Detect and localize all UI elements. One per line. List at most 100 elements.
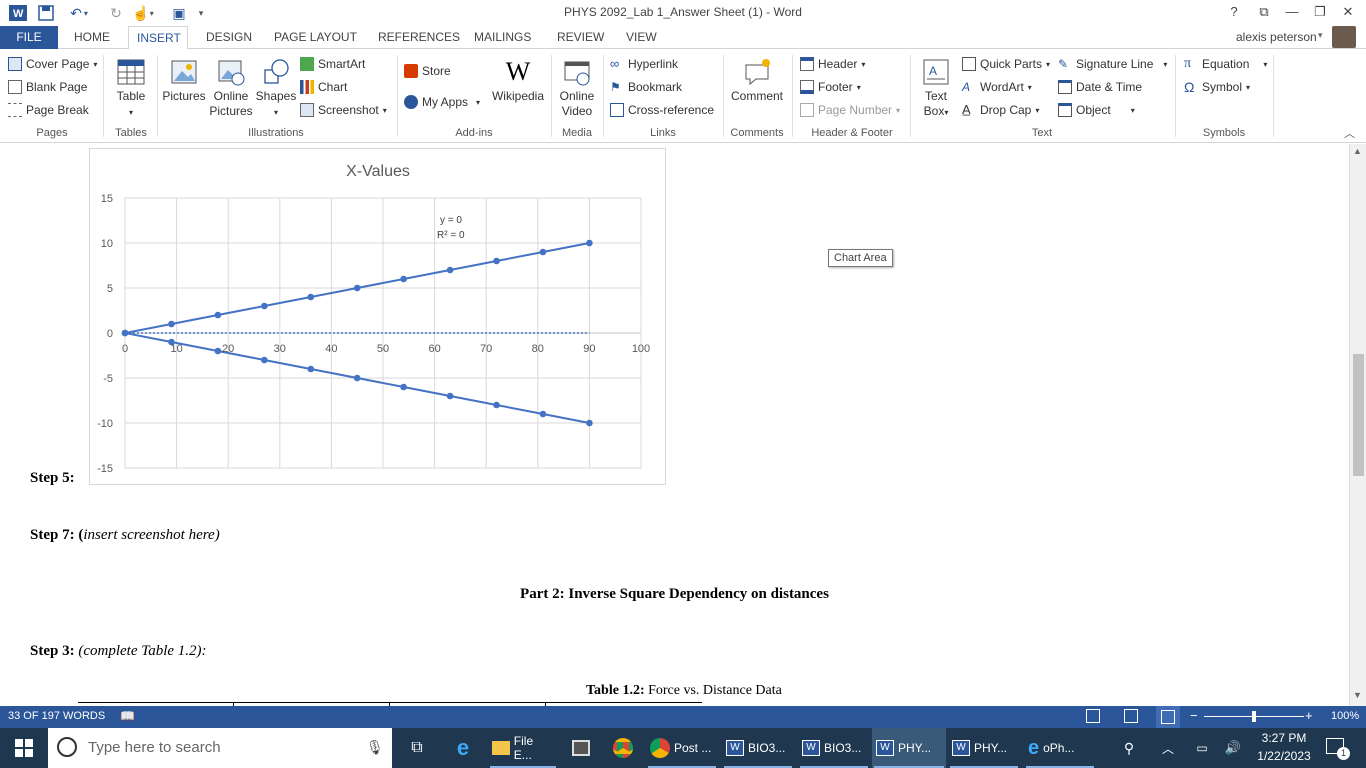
help-button[interactable]: ? (1220, 2, 1248, 22)
chart-area[interactable]: X-Values 15 10 5 0 -5 -10 -15 0 10 20 30 40 50 60 70 80… (89, 148, 666, 485)
taskbar-app-file-explorer[interactable]: File E... (488, 728, 558, 768)
user-name[interactable]: alexis peterson (1236, 30, 1317, 44)
footer-button[interactable]: Footer ▾ (800, 80, 861, 94)
zoom-out-button[interactable]: − (1190, 708, 1198, 723)
my-apps-button[interactable]: My Apps ▾ (404, 95, 480, 109)
task-view-button[interactable]: ⧉ (400, 728, 434, 768)
battery-icon[interactable]: ▭ (1192, 728, 1212, 768)
tab-home[interactable]: HOME (66, 26, 118, 49)
zoom-in-button[interactable]: + (1305, 708, 1313, 723)
taskbar-app-word-bio-2[interactable]: W BIO3... (798, 728, 870, 768)
store-app[interactable] (562, 728, 600, 768)
comment-button[interactable]: Comment (728, 57, 786, 104)
pictures-button[interactable]: Pictures (162, 57, 206, 104)
clock-time[interactable]: 3:27 PM (1250, 731, 1318, 745)
show-hidden-icons[interactable]: ︿ (1158, 728, 1178, 768)
chrome-icon (650, 738, 670, 758)
edge-legacy-app[interactable]: e (444, 728, 482, 768)
chart-title: X-Values (346, 163, 410, 180)
x-tick-label: 20 (222, 343, 234, 355)
volume-icon[interactable]: 🔊 (1222, 728, 1244, 768)
document-area[interactable]: X-Values 15 10 5 0 -5 -10 -15 0 10 20 30 40 50 60 70 80… (0, 144, 1349, 706)
signature-line-button[interactable]: ✎ Signature Line ▾ (1058, 57, 1167, 71)
bookmark-button[interactable]: ⚑ Bookmark (610, 80, 682, 94)
online-video-button[interactable]: Online Video (556, 57, 598, 119)
drop-cap-button[interactable]: A̲ Drop Cap ▾ (962, 103, 1039, 118)
taskbar-app-word-phy-2[interactable]: W PHY... (948, 728, 1020, 768)
cross-reference-icon (610, 103, 624, 117)
wikipedia-button[interactable]: W Wikipedia (490, 57, 546, 104)
smartart-button[interactable]: SmartArt (300, 57, 365, 71)
symbol-button[interactable]: Ω Symbol ▾ (1184, 80, 1250, 94)
user-dropdown-icon[interactable]: ▾ (1318, 30, 1323, 41)
web-layout-icon[interactable] (1156, 706, 1180, 728)
people-icon[interactable]: ⚲ (1116, 728, 1142, 768)
ribbon-divider (157, 55, 158, 137)
series-point (493, 401, 500, 409)
print-layout-icon[interactable] (1124, 709, 1138, 723)
tab-mailings[interactable]: MAILINGS (466, 26, 539, 49)
series-point (400, 275, 407, 283)
object-button[interactable]: Object ▾ (1058, 103, 1135, 117)
text-box-button[interactable]: A Text Box▾ (916, 57, 956, 120)
clock-date[interactable]: 1/22/2023 (1250, 749, 1318, 763)
equation-button[interactable]: π Equation ▾ (1184, 56, 1267, 72)
cross-reference-button[interactable]: Cross-reference (610, 103, 714, 117)
tab-view[interactable]: VIEW (618, 26, 665, 49)
scroll-down-icon[interactable]: ▼ (1353, 690, 1362, 700)
start-button[interactable] (0, 728, 48, 768)
table-button[interactable]: Table ▾ (110, 57, 152, 120)
ribbon-options-icon[interactable]: ⧉ (1250, 2, 1278, 22)
header-button[interactable]: Header ▾ (800, 57, 865, 71)
trendline-equation: y = 0 (440, 215, 462, 226)
taskbar-app-edge[interactable]: e oPh... (1024, 728, 1096, 768)
screenshot-button[interactable]: Screenshot ▾ (300, 103, 387, 117)
word-count[interactable]: 33 OF 197 WORDS (8, 710, 105, 722)
wordart-button[interactable]: A WordArt ▾ (962, 80, 1032, 94)
tab-review[interactable]: REVIEW (549, 26, 612, 49)
chart-button[interactable]: Chart (300, 80, 347, 94)
taskbar-search-box[interactable]: Type here to search 🎙 (48, 728, 392, 768)
shapes-button[interactable]: Shapes ▾ (255, 57, 297, 120)
zoom-slider[interactable] (1204, 711, 1304, 722)
folder-icon (492, 741, 510, 755)
avatar[interactable] (1332, 26, 1356, 48)
collapse-ribbon-icon[interactable]: ︿ (1344, 125, 1355, 141)
taskbar-app-word-phy-1[interactable]: W PHY... (872, 728, 946, 768)
chrome-app[interactable] (604, 728, 642, 768)
quick-parts-button[interactable]: Quick Parts ▾ (962, 57, 1050, 71)
tab-design[interactable]: DESIGN (198, 26, 260, 49)
vertical-scrollbar[interactable]: ▲ ▼ (1349, 144, 1366, 706)
tab-file[interactable]: FILE (0, 26, 58, 49)
store-button[interactable]: Store (404, 64, 451, 78)
hyperlink-button[interactable]: ∞ Hyperlink (610, 57, 678, 72)
tab-references[interactable]: REFERENCES (370, 26, 468, 49)
step-3-note: (complete Table 1.2): (78, 643, 207, 659)
online-pictures-button[interactable]: Online Pictures (208, 57, 254, 119)
tab-insert[interactable]: INSERT (128, 26, 188, 50)
taskbar-app-word-bio-1[interactable]: W BIO3... (722, 728, 794, 768)
scroll-up-icon[interactable]: ▲ (1353, 146, 1362, 156)
step-7-note: insert screenshot here) (83, 527, 220, 543)
scroll-thumb[interactable] (1353, 354, 1364, 476)
minimize-button[interactable]: — (1278, 2, 1306, 22)
zoom-slider-thumb[interactable] (1252, 711, 1256, 722)
ribbon: Cover Page ▾ Blank Page Page Break Pages … (0, 49, 1366, 143)
proofing-icon[interactable]: 📖 (120, 709, 135, 723)
taskbar-app-chrome-post[interactable]: Post ... (646, 728, 718, 768)
chart-area-tooltip: Chart Area (828, 249, 893, 267)
y-tick-label: -10 (97, 418, 113, 430)
cover-page-button[interactable]: Cover Page ▾ (8, 57, 97, 71)
tab-page-layout[interactable]: PAGE LAYOUT (266, 26, 365, 49)
blank-page-button[interactable]: Blank Page (8, 80, 87, 94)
page-number-button[interactable]: Page Number ▾ (800, 103, 900, 117)
date-time-button[interactable]: Date & Time (1058, 80, 1142, 94)
read-mode-icon[interactable] (1086, 709, 1100, 723)
microphone-icon[interactable]: 🎙 (366, 739, 384, 756)
page-break-button[interactable]: Page Break (8, 103, 89, 117)
close-button[interactable]: ✕ (1334, 2, 1362, 22)
zoom-level[interactable]: 100% (1331, 710, 1359, 722)
equation-icon: π (1184, 56, 1192, 71)
restore-button[interactable]: ❐ (1306, 2, 1334, 22)
ribbon-divider (792, 55, 793, 137)
